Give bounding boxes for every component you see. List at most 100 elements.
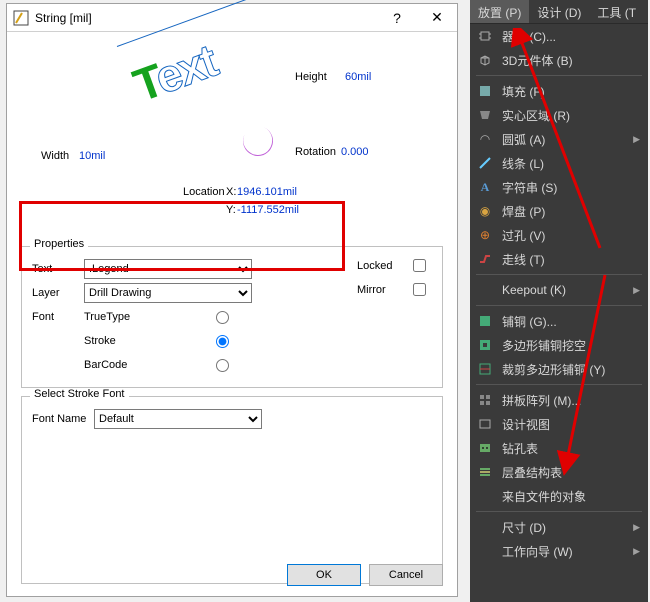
text-combo[interactable]: .Legend	[84, 259, 252, 279]
help-button[interactable]: ?	[377, 4, 417, 32]
menu-item-label: 3D元件体 (B)	[502, 52, 640, 69]
polycrop-icon	[476, 360, 494, 378]
menu-item[interactable]: 走线 (T)	[470, 247, 648, 271]
text-icon: A	[476, 178, 494, 196]
menu-design[interactable]: 设计 (D)	[529, 0, 589, 23]
properties-group: Properties Text .Legend Locked Layer Dri…	[21, 246, 443, 388]
menu-item[interactable]: 裁剪多边形铺铜 (Y)	[470, 357, 648, 381]
layer-field-label: Layer	[32, 287, 84, 299]
menu-item[interactable]: ◉ 焊盘 (P)	[470, 199, 648, 223]
poly-icon	[476, 312, 494, 330]
menu-item[interactable]: 3D元件体 (B)	[470, 48, 648, 72]
pad-icon: ◉	[476, 202, 494, 220]
text-field-label: Text	[32, 263, 84, 275]
menu-item[interactable]: ⊕过孔 (V)	[470, 223, 648, 247]
width-value[interactable]: 10mil	[79, 150, 105, 162]
menu-item[interactable]: 拼板阵列 (M)...	[470, 388, 648, 412]
string-properties-dialog: String [mil] ? ✕ Text Height 60mil Width…	[6, 3, 458, 597]
menu-tools[interactable]: 工具 (T	[589, 0, 644, 23]
panel-icon	[476, 391, 494, 409]
menu-item[interactable]: 器件 (C)...	[470, 24, 648, 48]
menu-item-label: 拼板阵列 (M)...	[502, 392, 640, 409]
stroke-font-legend: Select Stroke Font	[30, 388, 129, 400]
locked-checkbox[interactable]	[413, 259, 426, 272]
menu-item-label: 线条 (L)	[502, 155, 640, 172]
menu-item-label: 工作向导 (W)	[502, 543, 633, 560]
submenu-arrow-icon: ▶	[633, 546, 640, 557]
menu-item[interactable]: 设计视图	[470, 412, 648, 436]
menu-item-label: 焊盘 (P)	[502, 203, 640, 220]
menu-item[interactable]: 层叠结构表	[470, 460, 648, 484]
properties-legend: Properties	[30, 238, 88, 250]
cancel-button[interactable]: Cancel	[369, 564, 443, 586]
stroke-font-group: Select Stroke Font Font Name Default	[21, 396, 443, 584]
fontname-combo[interactable]: Default	[94, 409, 262, 429]
menu-item[interactable]: 实心区域 (R)	[470, 103, 648, 127]
menu-separator	[476, 75, 642, 76]
fontname-label: Font Name	[32, 413, 94, 425]
sample-text-preview: Text	[126, 33, 223, 112]
font-truetype-radio[interactable]	[216, 311, 229, 324]
font-truetype-label: TrueType	[84, 311, 154, 323]
font-barcode-label: BarCode	[84, 359, 154, 371]
menu-item-label: 来自文件的对象	[502, 488, 640, 505]
fill-icon	[476, 82, 494, 100]
menu-item-label: 圆弧 (A)	[502, 131, 633, 148]
menu-item-label: 填充 (F)	[502, 83, 640, 100]
menu-item[interactable]: 铺铜 (G)...	[470, 309, 648, 333]
close-button[interactable]: ✕	[417, 4, 457, 32]
location-x-value[interactable]: 1946.101mil	[237, 186, 297, 198]
location-y-label: Y:	[226, 204, 236, 216]
preview-area: Text Height 60mil Width 10mil Rotation 0…	[13, 36, 451, 206]
menu-item[interactable]: ◠圆弧 (A)▶	[470, 127, 648, 151]
menu-item[interactable]: Keepout (K)▶	[470, 278, 648, 302]
menu-item-label: 铺铜 (G)...	[502, 313, 640, 330]
menu-item-label: 实心区域 (R)	[502, 107, 640, 124]
location-y-value[interactable]: -1117.552mil	[237, 204, 299, 216]
menu-item-label: 过孔 (V)	[502, 227, 640, 244]
titlebar[interactable]: String [mil] ? ✕	[7, 4, 457, 32]
menu-item[interactable]: 多边形铺铜挖空	[470, 333, 648, 357]
menu-item-label: 尺寸 (D)	[502, 519, 633, 536]
layer-combo[interactable]: Drill Drawing	[84, 283, 252, 303]
menu-item[interactable]: 尺寸 (D)▶	[470, 515, 648, 539]
blank-icon	[476, 281, 494, 299]
blank-icon	[476, 518, 494, 536]
submenu-arrow-icon: ▶	[633, 522, 640, 533]
font-field-label: Font	[32, 311, 84, 323]
height-value[interactable]: 60mil	[345, 71, 371, 83]
rotation-label: Rotation	[295, 146, 336, 158]
width-label: Width	[41, 150, 69, 162]
menu-item[interactable]: 工作向导 (W)▶	[470, 539, 648, 563]
menu-item-label: 多边形铺铜挖空	[502, 337, 640, 354]
menu-item[interactable]: 填充 (F)	[470, 79, 648, 103]
place-menu-panel: 放置 (P) 设计 (D) 工具 (T 器件 (C)... 3D元件体 (B) 填充…	[470, 0, 648, 602]
menu-item-label: Keepout (K)	[502, 283, 633, 297]
font-stroke-radio[interactable]	[216, 335, 229, 348]
menu-separator	[476, 384, 642, 385]
menu-item[interactable]: A字符串 (S)	[470, 175, 648, 199]
rotation-value[interactable]: 0.000	[341, 146, 369, 158]
dialog-button-row: OK Cancel	[287, 564, 443, 586]
menu-item[interactable]: 钻孔表	[470, 436, 648, 460]
drill-icon	[476, 439, 494, 457]
menubar: 放置 (P) 设计 (D) 工具 (T	[470, 0, 648, 24]
menu-item[interactable]: 来自文件的对象	[470, 484, 648, 508]
menu-place[interactable]: 放置 (P)	[470, 0, 529, 23]
ok-button[interactable]: OK	[287, 564, 361, 586]
submenu-arrow-icon: ▶	[633, 285, 640, 296]
menu-item-label: 走线 (T)	[502, 251, 640, 268]
menu-separator	[476, 274, 642, 275]
chip-icon	[476, 27, 494, 45]
cube-icon	[476, 51, 494, 69]
menu-item-label: 钻孔表	[502, 440, 640, 457]
blank-icon	[476, 542, 494, 560]
font-barcode-radio[interactable]	[216, 359, 229, 372]
location-x-label: X:	[226, 186, 236, 198]
stack-icon	[476, 463, 494, 481]
menu-item-label: 裁剪多边形铺铜 (Y)	[502, 361, 640, 378]
arc-icon: ◠	[476, 130, 494, 148]
menu-item[interactable]: 线条 (L)	[470, 151, 648, 175]
mirror-checkbox[interactable]	[413, 283, 426, 296]
line-icon	[476, 154, 494, 172]
